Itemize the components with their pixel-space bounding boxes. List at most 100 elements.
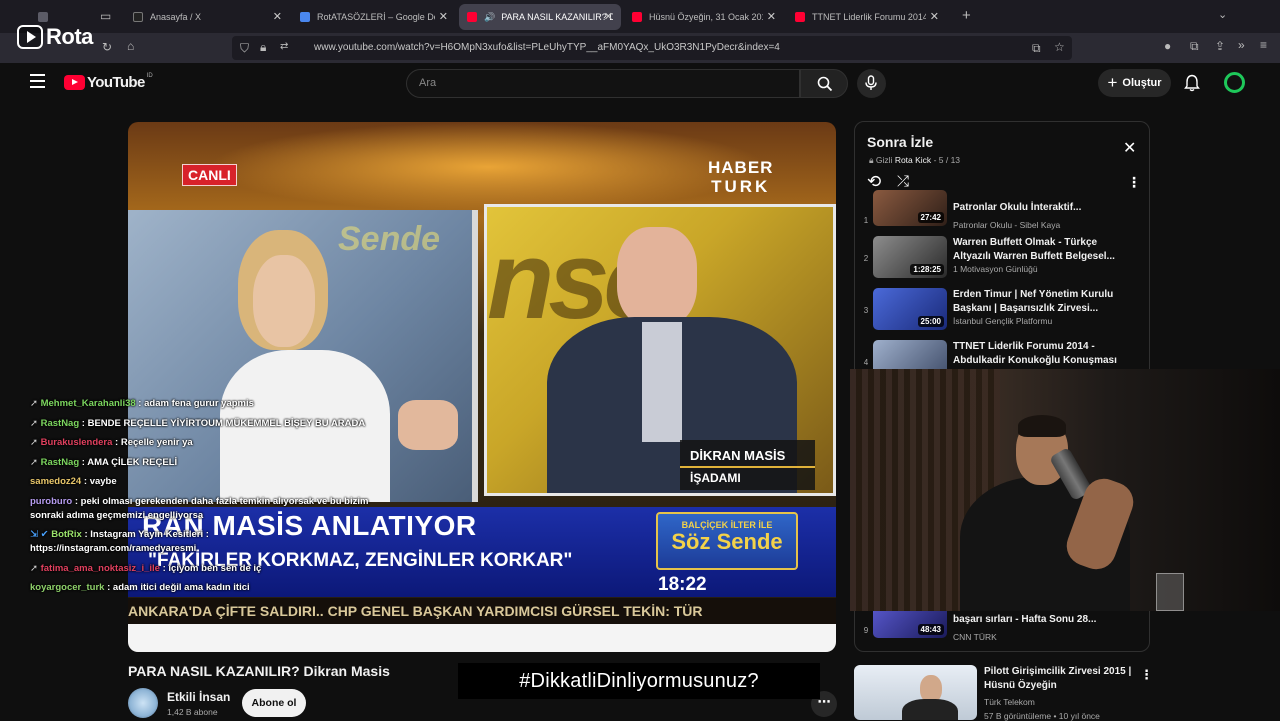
playlist-item[interactable]: 9 48:43 başarı sırları - Hafta Sonu 28..… [855, 602, 1149, 651]
chat-badge-icon: ➚ [30, 456, 41, 468]
chat-message: ➚ RastNag : BENDE REÇELLE YİYİRTOUM MÜKE… [30, 417, 366, 429]
chat-user: koyargocer_turk [30, 582, 105, 593]
account-icon[interactable]: ● [1164, 39, 1171, 53]
microphone-icon [865, 75, 877, 90]
chat-message: ➚ RastNag : AMA ÇİLEK REÇELİ [30, 456, 178, 468]
playlist-item[interactable]: 2 1:28:25 Warren Buffett Olmak - Türkçe … [855, 236, 1149, 288]
channel-name[interactable]: Etkili İnsan [167, 690, 230, 704]
chat-message: ⇲ ✔ BotRix : Instagram Yayın Kesitleri :… [30, 529, 209, 554]
browser-tab-active[interactable]: 🔊 PARA NASIL KAZANILIR? Di ✕ [459, 4, 621, 30]
channel-logo-bottom: TURK [711, 177, 771, 196]
create-label: Oluştur [1122, 77, 1162, 89]
playlist-meta: 🔒︎ Gizli Rota Kick - 5 / 13 [869, 155, 960, 166]
x-favicon-icon [133, 12, 143, 22]
extensions-icon[interactable]: ⧉ [1190, 39, 1199, 54]
chat-message: ➚ Burakuslendera : Reçelle yenir ya [30, 437, 193, 448]
loop-icon[interactable]: ⟲ [867, 172, 881, 192]
home-icon[interactable]: ⌂ [127, 39, 134, 53]
tab-title: Anasayfa / X [150, 12, 202, 22]
tab-title: RotATASÖZLERİ – Google Dokü: [317, 12, 435, 22]
reload-icon[interactable]: ↻ [102, 40, 112, 54]
bookmark-star-icon[interactable]: ☆ [1054, 40, 1065, 54]
playlist-item-title: Warren Buffett Olmak - Türkçe Altyazılı … [953, 237, 1115, 262]
playlist-item-number: 9 [863, 626, 869, 635]
playlist-item-number: 4 [863, 358, 869, 367]
close-tab-icon[interactable]: ✕ [604, 10, 613, 23]
close-tab-icon[interactable]: ✕ [930, 10, 939, 23]
more-options-icon[interactable]: ⋮ [1140, 667, 1153, 683]
region-badge: ID [146, 72, 153, 79]
voice-search-button[interactable] [857, 69, 886, 98]
search-button[interactable] [800, 69, 848, 98]
picture-in-picture-icon[interactable]: ⧉ [1032, 41, 1041, 56]
recommended-title: Pilott Girişimcilik Zirvesi 2015 | Hüsnü… [984, 666, 1132, 691]
browser-tab[interactable]: RotATASÖZLERİ – Google Dokü: ✕ [292, 4, 456, 30]
channel-avatar[interactable] [128, 688, 158, 718]
chat-user: fatima_ama_noktasiz_i_ile [40, 562, 160, 574]
tab-list-icon[interactable]: ▭ [100, 9, 111, 23]
webcam-person-hair [1018, 415, 1066, 437]
browser-address-bar: ↻ ⌂ ⛉ 🔒︎ ⇄ www.youtube.com/watch?v=H6OMp… [0, 33, 1280, 63]
duration-badge: 27:42 [917, 212, 944, 223]
video-thumbnail[interactable] [854, 665, 977, 720]
playlist-item-channel: İstanbul Gençlik Platformu [953, 316, 1053, 326]
watermark-text: Rota [46, 24, 93, 49]
guest-lower-third: DİKRAN MASİS İŞADAMI [680, 440, 815, 490]
subscriber-count: 1,42 B abone [167, 707, 218, 717]
app-menu-icon[interactable]: ≡ [1260, 38, 1267, 52]
close-tab-icon[interactable]: ✕ [439, 10, 448, 23]
youtube-logo[interactable]: YouTube ID [64, 72, 153, 91]
shield-icon[interactable]: ⛉ [240, 41, 249, 56]
browser-tab[interactable]: Anasayfa / X ✕ [125, 4, 290, 30]
new-tab-icon[interactable]: + [962, 7, 971, 24]
browser-tab[interactable]: TTNET Liderlik Forumu 2014 - A ✕ [787, 4, 947, 30]
video-thumbnail[interactable]: 25:00 [873, 288, 947, 330]
video-thumbnail[interactable]: 1:28:25 [873, 236, 947, 278]
recommended-channel: Türk Telekom [984, 697, 1035, 707]
video-thumbnail[interactable]: 27:42 [873, 190, 947, 226]
sidebar-icon [38, 12, 48, 22]
chat-text: AMA ÇİLEK REÇELİ [87, 456, 178, 468]
youtube-logo-text: YouTube [87, 74, 145, 91]
close-icon[interactable]: ✕ [1123, 138, 1136, 158]
recommended-video[interactable]: Pilott Girişimcilik Zirvesi 2015 | Hüsnü… [854, 665, 1153, 721]
browser-tab[interactable]: Hüsnü Özyeğin, 31 Ocak 2017 F ✕ [624, 4, 784, 30]
stream-chat-overlay: ➚ Mehmet_Karahanli38 : adam fena gurur y… [30, 397, 375, 601]
playlist-item[interactable]: 3 25:00 Erden Timur | Nef Yönetim Kurulu… [855, 288, 1149, 340]
url-field[interactable]: ⛉ 🔒︎ ⇄ www.youtube.com/watch?v=H6OMpN3xu… [232, 36, 1072, 60]
chat-message: koyargocer_turk : adam itici değil ama k… [30, 582, 250, 593]
playlist-item-title: Patronlar Okulu İnteraktif... [953, 202, 1082, 213]
notifications-bell-icon[interactable] [1184, 74, 1200, 92]
duration-badge: 1:28:25 [910, 264, 944, 275]
chat-user: puroburo [30, 495, 73, 507]
search-input[interactable]: Ara [419, 77, 436, 89]
lock-icon: 🔒︎ [869, 155, 874, 165]
chat-badge-icon: ➚ [30, 437, 41, 448]
lock-icon[interactable]: 🔒︎ [260, 40, 266, 55]
playlist-name[interactable]: Rota Kick [895, 155, 931, 165]
close-tab-icon[interactable]: ✕ [767, 10, 776, 23]
subscribe-button[interactable]: Abone ol [242, 689, 306, 717]
share-icon[interactable]: ⇪ [1215, 39, 1225, 53]
permissions-icon[interactable]: ⇄ [280, 41, 288, 52]
playlist-position: 5 / 13 [938, 155, 961, 165]
chat-user: RastNag [40, 417, 80, 429]
shuffle-icon[interactable]: ⤮ [897, 173, 909, 190]
play-icon [17, 25, 43, 49]
overflow-chevrons-icon[interactable]: » [1238, 38, 1245, 52]
tab-title: TTNET Liderlik Forumu 2014 - A [812, 12, 926, 22]
create-button[interactable]: + Oluştur [1098, 69, 1171, 97]
guest-role: İŞADAMI [690, 471, 741, 485]
chevron-down-icon[interactable]: ⌄ [1218, 8, 1227, 21]
news-ticker: ANKARA'DA ÇİFTE SALDIRI.. CHP GENEL BAŞK… [128, 598, 836, 624]
playlist-item-title: başarı sırları - Hafta Sonu 28... [953, 614, 1097, 625]
speaker-icon[interactable]: 🔊 [484, 12, 495, 23]
docs-favicon-icon [300, 12, 310, 22]
avatar[interactable] [1224, 72, 1245, 93]
close-tab-icon[interactable]: ✕ [273, 10, 282, 23]
hamburger-menu-icon[interactable] [30, 74, 45, 88]
hashtag-banner: #DikkatliDinliyormusunuz? [458, 663, 820, 699]
search-box[interactable]: Ara [406, 69, 800, 98]
playlist-menu-icon[interactable]: ⋮ [1127, 174, 1141, 191]
youtube-play-icon [64, 75, 85, 90]
